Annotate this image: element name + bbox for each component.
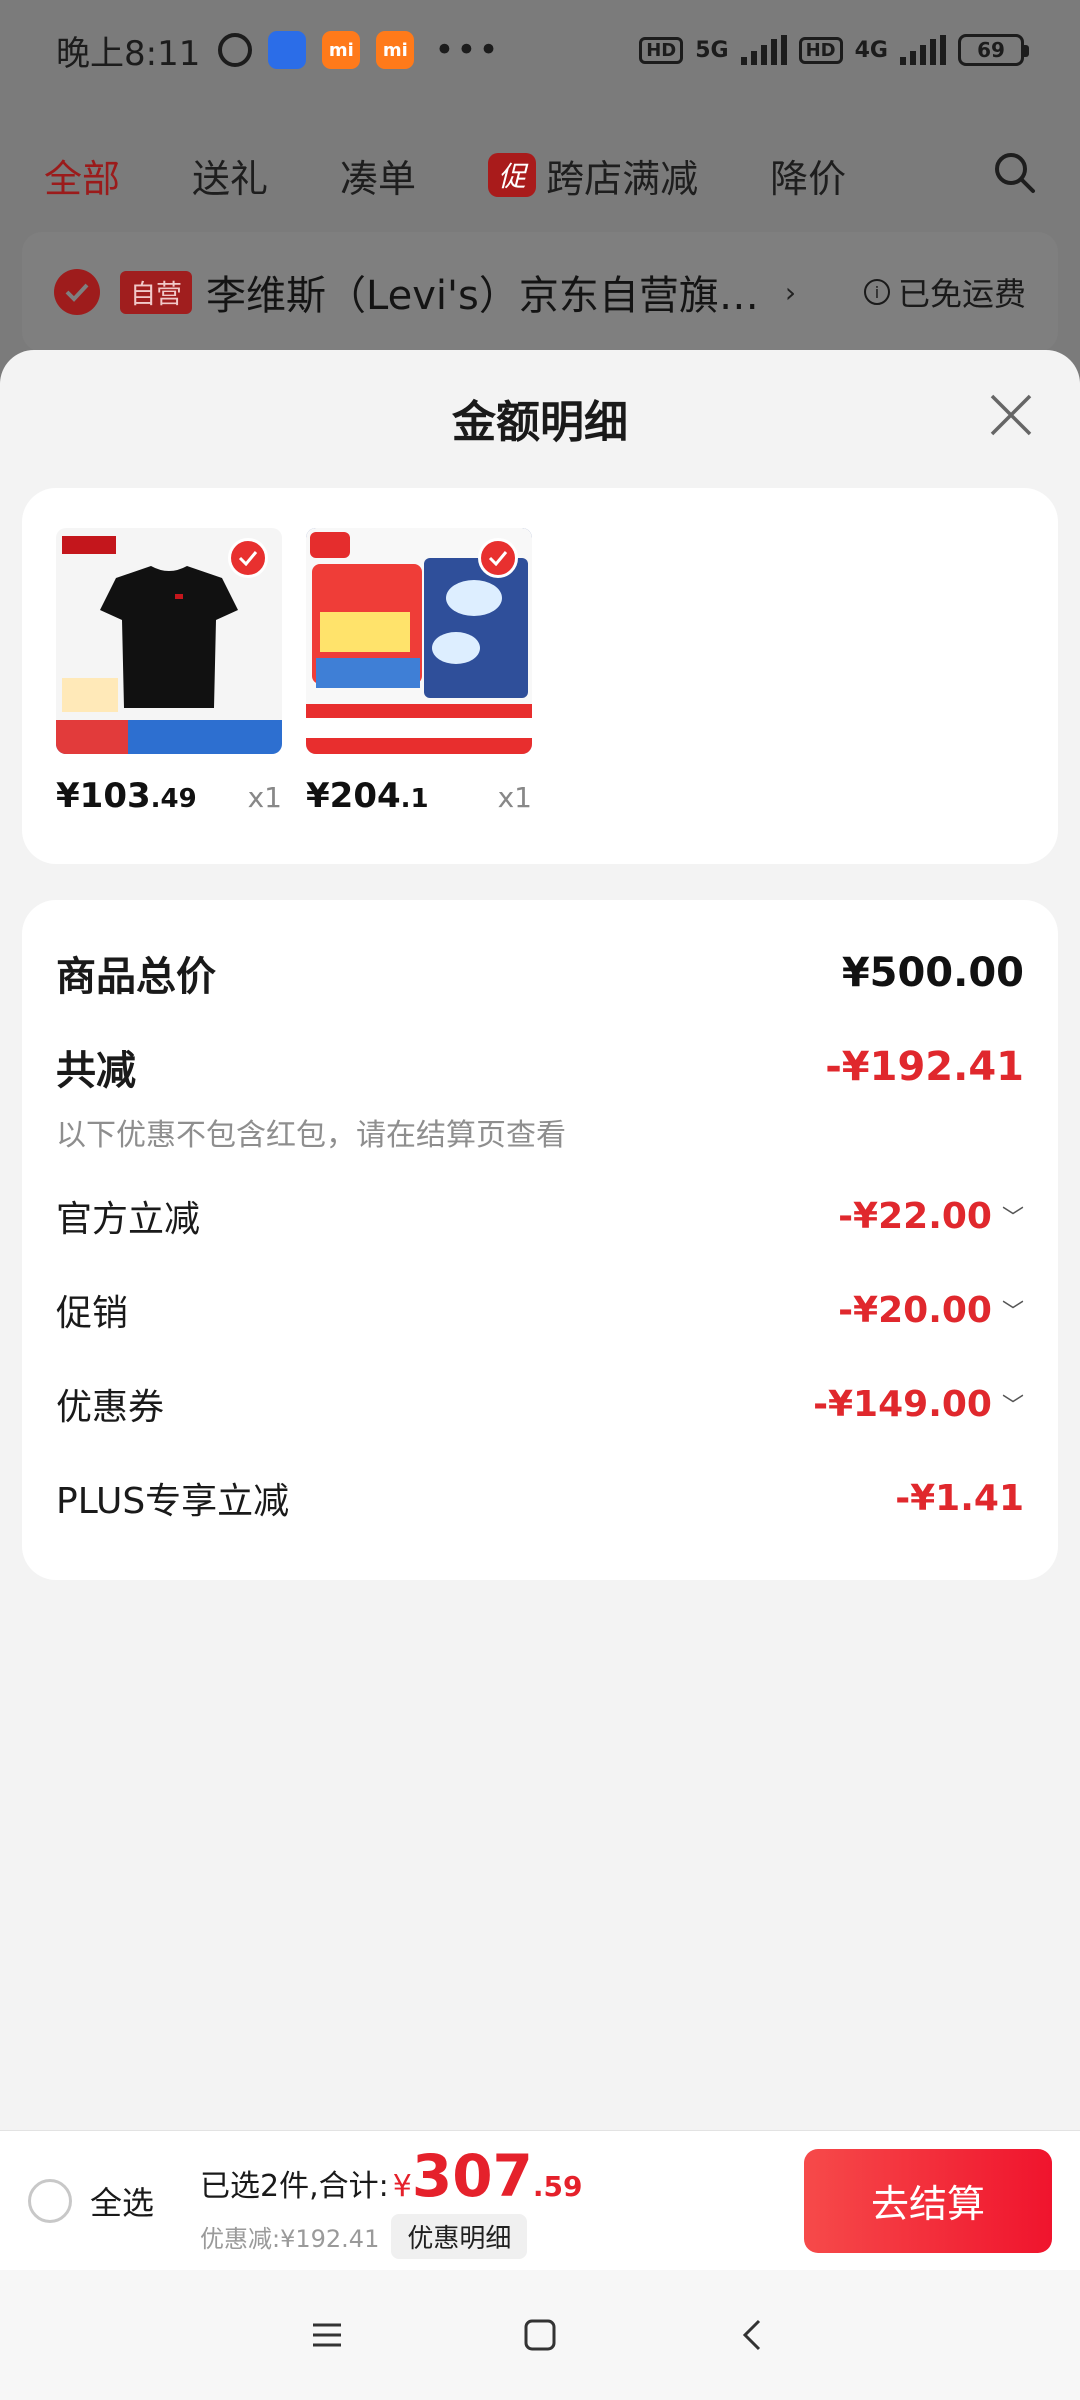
store-check-icon[interactable] [54, 269, 100, 315]
info-icon[interactable]: i [863, 279, 890, 305]
plus-discount-row: PLUS专享立减 -¥1.41 [56, 1472, 1024, 1524]
official-discount-row[interactable]: 官方立减 -¥22.00 ﹀ [56, 1190, 1024, 1242]
chevron-down-icon[interactable]: ﹀ [1002, 1294, 1024, 1326]
tab-all[interactable]: 全部 [44, 148, 120, 203]
price-breakdown-card: 商品总价 ¥500.00 共减 -¥192.41 以下优惠不包含红包，请在结算页… [22, 900, 1058, 1580]
total-currency: ¥ [392, 2169, 412, 2204]
order-summary: 已选2件,合计: ¥ 307 .59 优惠减:¥192.41 优惠明细 [200, 2142, 583, 2259]
promo-badge: 促 [488, 153, 537, 197]
total-price-label: 商品总价 [56, 954, 216, 1000]
store-row[interactable]: 自营 李维斯（Levi's）京东自营旗… › i 已免运费 [22, 232, 1058, 352]
network-5g-label: 5G [695, 37, 729, 63]
item-price: ¥103.49 [56, 776, 197, 816]
selected-total-line: 已选2件,合计: ¥ 307 .59 [200, 2142, 583, 2210]
promotion-label: 促销 [56, 1293, 129, 1334]
select-all-radio[interactable] [28, 2178, 72, 2223]
total-price-value: ¥500.00 [841, 950, 1024, 996]
cart-tab-bar: 全部 送礼 凑单 促 跨店满减 降价 [0, 130, 1080, 220]
product-image [56, 528, 282, 754]
item-selected-check-icon[interactable] [228, 538, 268, 578]
total-amount-dec: .59 [532, 2170, 583, 2203]
menu-icon[interactable] [307, 2315, 347, 2355]
coupon-row[interactable]: 优惠券 -¥149.00 ﹀ [56, 1378, 1024, 1430]
store-name[interactable]: 李维斯（Levi's）京东自营旗… [206, 263, 759, 321]
total-reduction-label: 共减 [56, 1048, 136, 1094]
chevron-down-icon[interactable]: ﹀ [1002, 1388, 1024, 1420]
official-discount-label: 官方立减 [56, 1199, 201, 1240]
close-icon[interactable] [986, 390, 1036, 440]
hd-icon-2: HD [798, 36, 843, 64]
item-quantity: x1 [497, 781, 532, 814]
price-detail-sheet: 金额明细 ¥103.49 x1 ¥204.1 x1 商品总价 ¥500.00 共… [0, 350, 1080, 2130]
total-price-row: 商品总价 ¥500.00 [56, 944, 1024, 1002]
plus-discount-label: PLUS专享立减 [56, 1481, 290, 1522]
select-all-label[interactable]: 全选 [90, 2178, 154, 2224]
sheet-title: 金额明细 [452, 397, 628, 448]
self-operated-badge: 自营 [120, 270, 193, 314]
home-icon[interactable] [520, 2315, 560, 2355]
discount-line: 优惠减:¥192.41 优惠明细 [200, 2214, 583, 2259]
system-nav-bar [0, 2270, 1080, 2400]
chevron-down-icon[interactable]: ﹀ [1002, 1200, 1024, 1232]
checkout-button[interactable]: 去结算 [804, 2148, 1052, 2253]
checkout-bar: 全选 已选2件,合计: ¥ 307 .59 优惠减:¥192.41 优惠明细 去… [0, 2130, 1080, 2270]
discount-detail-button[interactable]: 优惠明细 [391, 2214, 528, 2259]
item-price: ¥204.1 [306, 776, 429, 816]
tab-gift[interactable]: 送礼 [192, 148, 268, 203]
signal-icon-2 [900, 35, 946, 65]
shipping-status: i 已免运费 [863, 269, 1026, 315]
back-icon[interactable] [733, 2315, 773, 2355]
tab-cross-store[interactable]: 促 跨店满减 [488, 148, 698, 203]
tab-bundle[interactable]: 凑单 [340, 148, 416, 203]
promotion-value: -¥20.00 ﹀ [838, 1289, 1024, 1331]
total-reduction-value: -¥192.41 [825, 1044, 1024, 1090]
alarm-icon [218, 33, 253, 67]
coupon-label: 优惠券 [56, 1387, 165, 1428]
coupon-value: -¥149.00 ﹀ [813, 1383, 1024, 1425]
item-pet-food[interactable]: ¥204.1 x1 [306, 528, 532, 824]
total-reduction-row: 共减 -¥192.41 [56, 1038, 1024, 1096]
shipping-label: 已免运费 [897, 275, 1026, 313]
discount-amount-text: 优惠减:¥192.41 [200, 2225, 380, 2253]
plus-discount-value: -¥1.41 [895, 1477, 1024, 1519]
store-arrow-icon: › [784, 275, 797, 309]
product-image [306, 528, 532, 754]
item-selected-check-icon[interactable] [478, 538, 518, 578]
network-4g-label: 4G [854, 37, 888, 63]
item-quantity: x1 [247, 781, 282, 814]
status-more-icon: ••• [434, 30, 501, 70]
tab-price-drop[interactable]: 降价 [770, 148, 846, 203]
status-right: HD 5G HD 4G 69 [639, 34, 1029, 66]
discount-note: 以下优惠不包含红包，请在结算页查看 [56, 1118, 566, 1153]
search-icon[interactable] [992, 150, 1036, 194]
signal-icon [740, 35, 787, 65]
official-discount-value: -¥22.00 ﹀ [838, 1195, 1024, 1237]
item-meta: ¥103.49 x1 [56, 776, 282, 816]
total-amount-int: 307 [411, 2142, 533, 2210]
mi-icon: mi [322, 31, 361, 69]
item-levis-tshirt[interactable]: ¥103.49 x1 [56, 528, 282, 824]
hd-icon: HD [639, 36, 684, 64]
mi-icon-2: mi [376, 31, 415, 69]
status-bar: 晚上8:11 mi mi ••• HD 5G HD 4G 69 [0, 0, 1080, 100]
status-app-icons: mi mi [218, 31, 415, 69]
selected-items-card: ¥103.49 x1 ¥204.1 x1 [22, 488, 1058, 864]
tab-cross-store-label: 跨店满减 [546, 156, 699, 201]
promotion-row[interactable]: 促销 -¥20.00 ﹀ [56, 1284, 1024, 1336]
item-meta: ¥204.1 x1 [306, 776, 532, 816]
app-notification-icon [268, 31, 307, 69]
battery-icon: 69 [958, 34, 1029, 66]
selected-count-text: 已选2件,合计: [200, 2169, 389, 2204]
status-time: 晚上8:11 [56, 33, 201, 74]
